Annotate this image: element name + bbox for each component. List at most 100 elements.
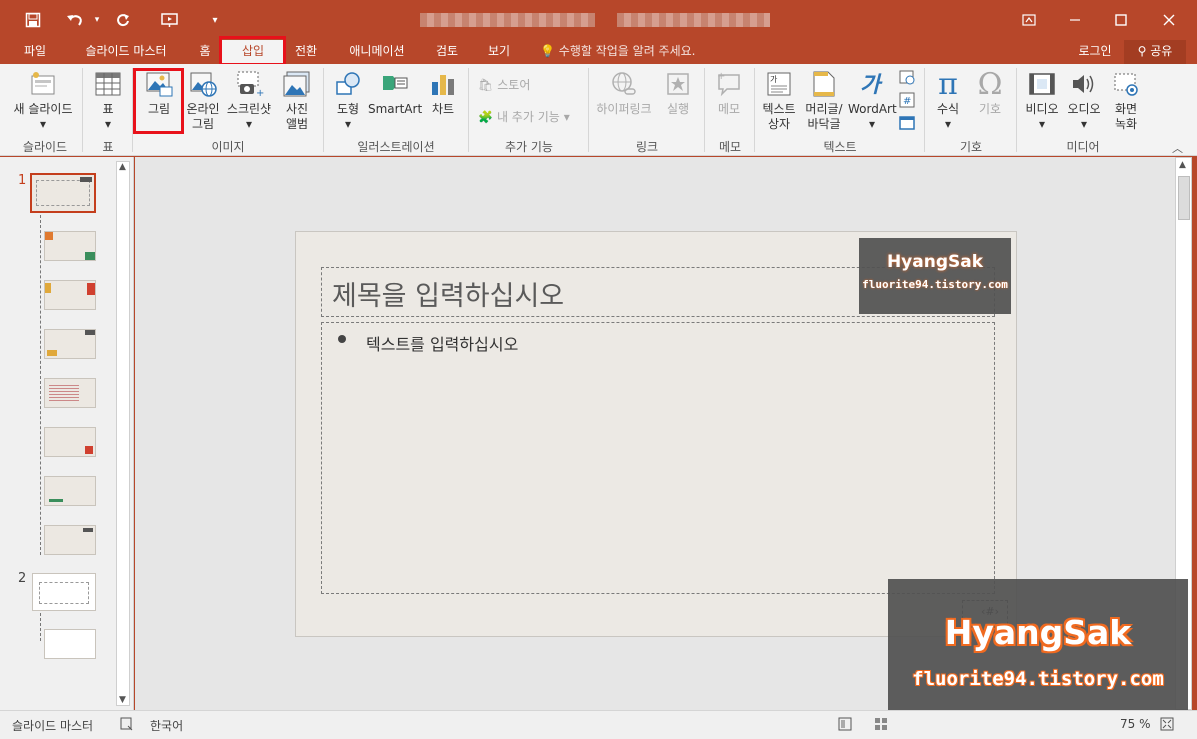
scroll-down-icon[interactable]: ▼ — [119, 695, 126, 705]
chevron-down-icon: ▾ — [1080, 117, 1088, 131]
screen-recording-button[interactable]: 화면 녹화 — [1106, 68, 1146, 132]
tab-animations[interactable]: 애니메이션 — [336, 40, 418, 64]
tab-transitions[interactable]: 전환 — [286, 40, 326, 64]
slide-thumbnail-pane: 1 2 ▲ ▼ — [0, 157, 134, 710]
bullet-icon — [338, 335, 346, 343]
chart-button[interactable]: 차트 — [424, 68, 462, 117]
tell-me-box[interactable]: 💡 수행할 작업을 알려 주세요. — [540, 40, 718, 64]
action-button[interactable]: 실행 — [658, 68, 698, 117]
wordart-button[interactable]: 가 WordArt ▾ — [848, 68, 897, 132]
scroll-up-icon[interactable]: ▲ — [1179, 160, 1186, 170]
video-button[interactable]: 비디오 ▾ — [1020, 68, 1064, 132]
chevron-down-icon: ▾ — [39, 117, 47, 131]
ribbon-tabs: 파일 슬라이드 마스터 홈 삽입 전환 애니메이션 검토 보기 💡 수행할 작업… — [0, 36, 1197, 66]
tell-me-text: 수행할 작업을 알려 주세요. — [558, 44, 696, 58]
table-button[interactable]: 표 ▾ — [88, 68, 128, 132]
layout-connector — [40, 215, 41, 555]
slideshow-from-start-icon[interactable] — [157, 8, 183, 32]
tab-file[interactable]: 파일 — [12, 40, 58, 64]
hyperlink-button[interactable]: 하이퍼링크 — [592, 68, 656, 117]
layout-connector — [40, 613, 41, 641]
new-slide-icon — [27, 68, 59, 100]
share-button[interactable]: ⚲ 공유 — [1124, 40, 1186, 64]
svg-text:#: # — [903, 96, 911, 107]
layout-thumbnail[interactable] — [44, 280, 96, 310]
layout-thumbnail[interactable] — [44, 427, 96, 457]
chevron-down-icon: ▾ — [563, 109, 570, 124]
normal-view-icon[interactable] — [838, 717, 852, 734]
group-label-table: 표 — [102, 140, 114, 154]
document-title-blurred — [420, 13, 595, 27]
comment-button[interactable]: + 메모 — [708, 68, 750, 117]
addins-icon: 🧩 — [478, 109, 493, 124]
table-icon — [92, 68, 124, 100]
svg-text:가: 가 — [860, 73, 883, 98]
group-label-slides: 슬라이드 — [22, 140, 68, 154]
svg-text:가: 가 — [770, 75, 778, 84]
status-view-name: 슬라이드 마스터 — [12, 719, 94, 733]
hyperlink-icon — [608, 68, 640, 100]
login-link[interactable]: 로그인 — [1070, 40, 1120, 64]
close-icon[interactable] — [1146, 0, 1192, 40]
highlight-box-insert-tab — [219, 36, 286, 66]
textbox-button[interactable]: 가 텍스트 상자 — [758, 68, 800, 132]
redo-icon[interactable] — [110, 8, 136, 32]
thumbnail-scrollbar[interactable]: ▲ ▼ — [116, 161, 130, 706]
scroll-thumb[interactable] — [1178, 176, 1190, 220]
slide-number-icon[interactable]: # — [898, 91, 918, 111]
equation-button[interactable]: π 수식 ▾ — [928, 68, 968, 132]
fit-to-window-icon[interactable] — [1160, 717, 1174, 734]
slide-sorter-icon[interactable] — [874, 717, 888, 734]
collapse-ribbon-icon[interactable]: ︿ — [1172, 140, 1183, 156]
new-slide-button[interactable]: 새 슬라이드 ▾ — [8, 68, 78, 132]
tab-slide-master[interactable]: 슬라이드 마스터 — [72, 40, 180, 64]
online-picture-button[interactable]: 온라인 그림 — [182, 68, 224, 132]
group-label-illustrations: 일러스트레이션 — [357, 140, 435, 154]
photo-album-button[interactable]: 사진 앨범 — [276, 68, 318, 132]
object-icon[interactable] — [898, 114, 918, 134]
svg-text:+: + — [256, 88, 264, 98]
chevron-down-icon: ▾ — [344, 117, 352, 131]
save-icon[interactable] — [20, 8, 46, 32]
smartart-button[interactable]: SmartArt — [368, 68, 422, 117]
layout-thumbnail[interactable] — [44, 629, 96, 659]
layout-thumbnail[interactable] — [44, 525, 96, 555]
ribbon-display-icon[interactable] — [1006, 0, 1052, 40]
master-thumbnail-1[interactable] — [30, 173, 96, 213]
tab-home[interactable]: 홈 — [188, 40, 222, 64]
store-button[interactable]: 🛍 스토어 — [478, 76, 530, 93]
status-bar: 슬라이드 마스터 한국어 75 % — [0, 710, 1197, 739]
layout-thumbnail[interactable] — [44, 476, 96, 506]
master-thumbnail-2[interactable] — [32, 573, 96, 611]
zoom-level[interactable]: 75 % — [1120, 717, 1151, 731]
group-label-text: 텍스트 — [823, 140, 857, 154]
header-footer-icon — [808, 68, 840, 100]
body-placeholder[interactable]: 텍스트를 입력하십시오 — [321, 322, 995, 594]
body-placeholder-text: 텍스트를 입력하십시오 — [366, 335, 519, 354]
undo-dropdown-icon[interactable]: ▾ — [84, 8, 110, 32]
accessibility-icon[interactable] — [120, 717, 134, 734]
header-footer-button[interactable]: 머리글/ 바닥글 — [801, 68, 847, 132]
tab-view[interactable]: 보기 — [478, 40, 520, 64]
symbol-button[interactable]: Ω 기호 — [970, 68, 1010, 117]
layout-thumbnail[interactable] — [44, 378, 96, 408]
my-addins-button[interactable]: 🧩 내 추가 기능 ▾ — [478, 108, 570, 125]
textbox-icon: 가 — [763, 68, 795, 100]
online-picture-icon — [187, 68, 219, 100]
wordart-icon: 가 — [856, 68, 888, 100]
tab-review[interactable]: 검토 — [426, 40, 468, 64]
screenshot-button[interactable]: + 스크린샷 ▾ — [224, 68, 274, 132]
chevron-down-icon: ▾ — [1038, 117, 1046, 131]
date-time-icon[interactable] — [898, 68, 918, 88]
svg-text:+: + — [717, 71, 725, 82]
layout-thumbnail[interactable] — [44, 231, 96, 261]
scroll-up-icon[interactable]: ▲ — [119, 162, 126, 172]
layout-thumbnail[interactable] — [44, 329, 96, 359]
minimize-icon[interactable] — [1052, 0, 1098, 40]
status-language[interactable]: 한국어 — [150, 717, 183, 734]
maximize-icon[interactable] — [1098, 0, 1144, 40]
thumb-number: 1 — [18, 173, 27, 188]
audio-button[interactable]: 오디오 ▾ — [1064, 68, 1104, 132]
shapes-button[interactable]: 도형 ▾ — [328, 68, 368, 132]
customize-qat-icon[interactable]: ▾ — [202, 8, 228, 32]
